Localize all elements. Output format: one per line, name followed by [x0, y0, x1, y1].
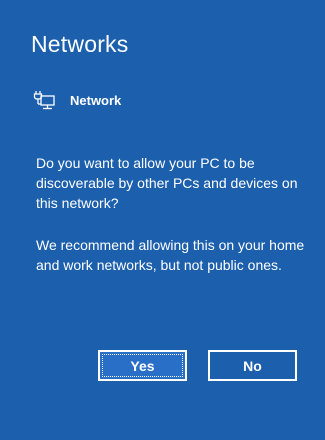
yes-button[interactable]: Yes	[98, 350, 187, 381]
networks-panel: Networks Network Do you want to allow yo…	[0, 0, 325, 440]
network-name: Network	[70, 92, 122, 108]
no-button[interactable]: No	[208, 350, 297, 381]
recommendation-text: We recommend allowing this on your home …	[36, 237, 305, 273]
discovery-question: Do you want to allow your PC to be disco…	[36, 155, 298, 211]
panel-title: Networks	[31, 31, 129, 57]
network-row: Network	[33, 88, 121, 112]
button-row: Yes No	[98, 350, 297, 381]
network-icon	[33, 90, 55, 110]
